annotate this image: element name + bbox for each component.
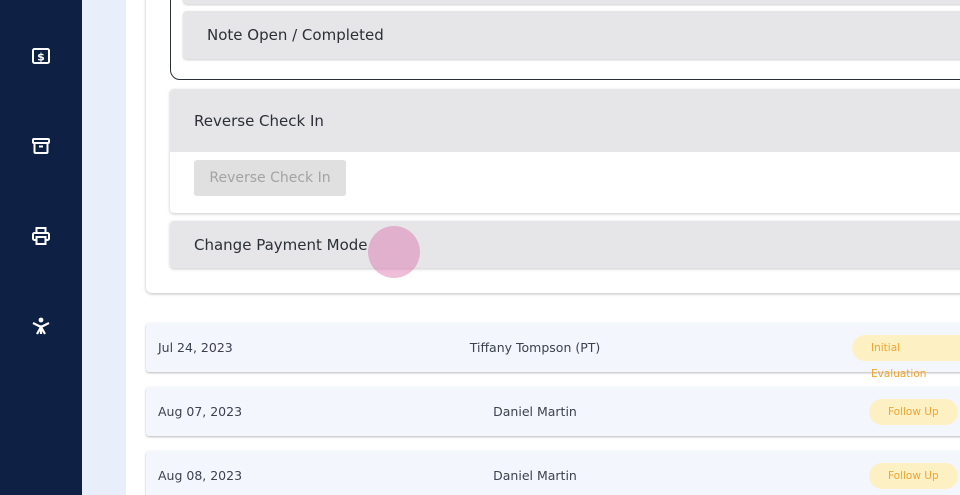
visit-date: Jul 24, 2023 <box>158 340 233 355</box>
reverse-check-in-button[interactable]: Reverse Check In <box>194 160 346 196</box>
archive-icon[interactable] <box>30 135 52 157</box>
reverse-check-in-header[interactable]: Reverse Check In <box>170 89 960 152</box>
reverse-check-in-body: Reverse Check In <box>170 152 960 213</box>
sidebar: $ <box>0 0 82 495</box>
note-status-label: Note Open / Completed <box>207 26 384 44</box>
reverse-check-in-title: Reverse Check In <box>194 111 324 130</box>
change-payment-mode-header[interactable]: Change Payment Mode <box>170 221 960 268</box>
visit-type-badge: Follow Up <box>869 399 958 425</box>
reverse-check-in-panel: Reverse Check In Reverse Check In <box>170 89 960 213</box>
visit-provider: Daniel Martin <box>493 468 577 483</box>
visit-provider: Daniel Martin <box>493 404 577 419</box>
visit-row[interactable]: Jul 24, 2023 Tiffany Tompson (PT) Initia… <box>146 323 960 380</box>
billing-icon[interactable]: $ <box>30 45 52 67</box>
note-status-row[interactable]: Note Open / Completed <box>183 11 960 59</box>
visit-row[interactable]: Aug 07, 2023 Daniel Martin Follow Up <box>146 387 960 436</box>
note-previous-row <box>183 0 960 4</box>
gutter <box>82 0 126 495</box>
visit-date: Aug 07, 2023 <box>158 404 243 419</box>
change-payment-mode-title: Change Payment Mode <box>194 235 368 254</box>
printer-icon[interactable] <box>30 225 52 247</box>
svg-text:$: $ <box>37 51 45 64</box>
visit-type-badge: Initial Evaluation <box>852 335 960 380</box>
visit-provider: Tiffany Tompson (PT) <box>469 340 601 355</box>
accessibility-icon[interactable] <box>30 315 52 337</box>
visit-type-badge: Follow Up <box>869 463 958 489</box>
visit-row[interactable]: Aug 08, 2023 Daniel Martin Follow Up <box>146 451 960 495</box>
visit-date: Aug 08, 2023 <box>158 468 243 483</box>
